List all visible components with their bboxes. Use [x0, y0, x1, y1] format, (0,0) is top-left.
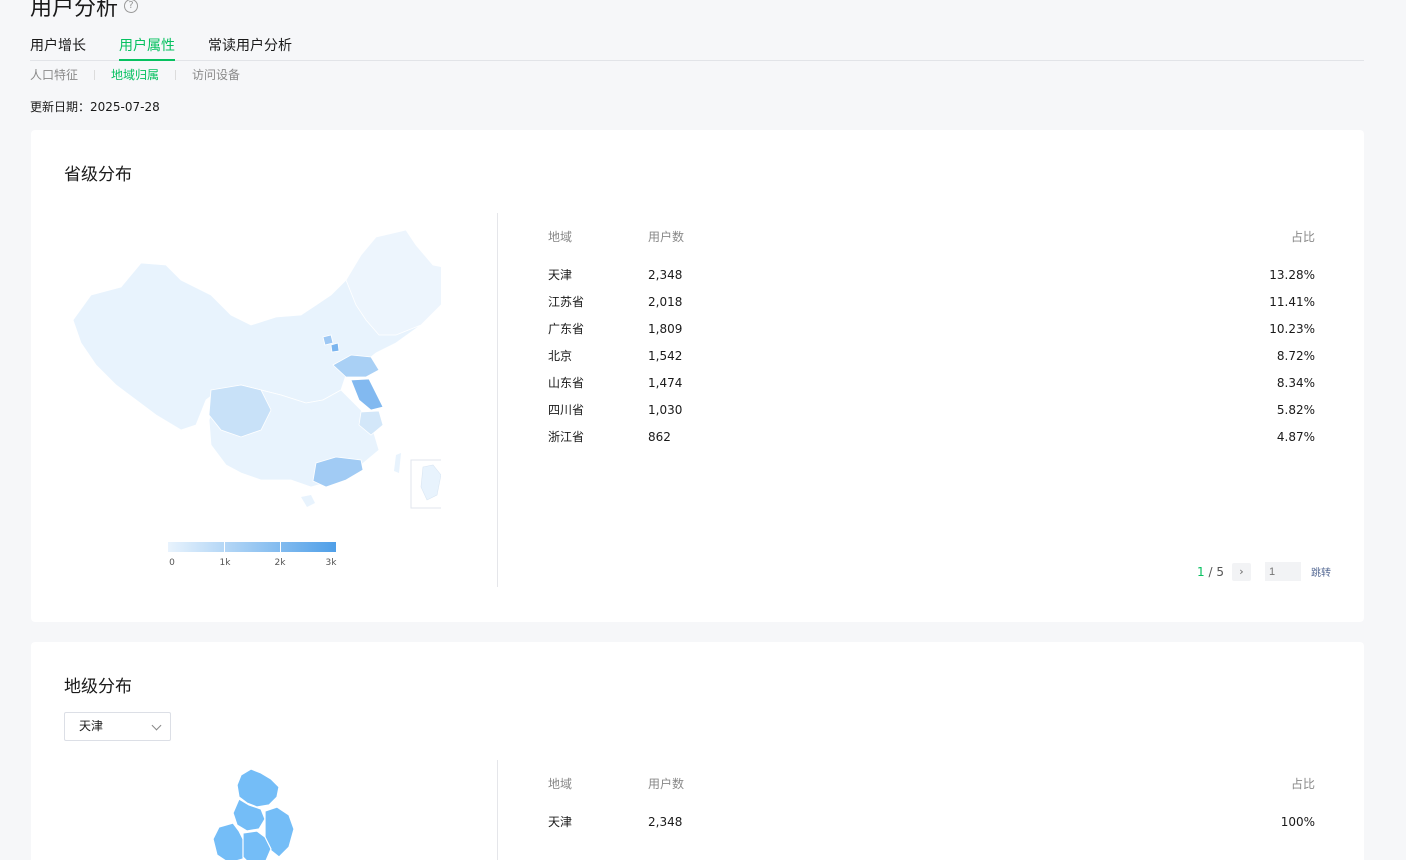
subtab-devices[interactable]: 访问设备 [192, 66, 240, 83]
cell-ratio: 11.41% [1269, 294, 1315, 309]
cell-users: 2,018 [648, 294, 683, 309]
cell-region: 四川省 [548, 403, 585, 417]
cell-ratio: 5.82% [1276, 402, 1315, 417]
table-row: 天津 2,348 13.28% [548, 261, 1315, 288]
legend-label: 2k [274, 558, 286, 568]
update-date-value: 2025-07-28 [90, 100, 160, 114]
cell-users: 1,030 [648, 402, 683, 417]
card-divider [497, 213, 498, 587]
cell-users: 1,474 [648, 375, 683, 390]
update-date-label: 更新日期： [30, 100, 91, 114]
province-title: 省级分布 [64, 165, 132, 185]
sub-tabs: 人口特征 地域归属 访问设备 [30, 66, 240, 83]
cell-users: 1,809 [648, 321, 683, 336]
map-district [212, 822, 246, 860]
col-region: 地域 [548, 777, 573, 791]
china-map[interactable] [61, 225, 441, 525]
pagination: 1 / 5 › 跳转 [1197, 562, 1331, 581]
map-legend: 0 1k 2k 3k [168, 542, 338, 572]
table-row: 天津 2,348 100% [548, 808, 1315, 835]
legend-label: 0 [169, 558, 175, 568]
city-card: 地级分布 天津 地域 用户数 占比 天津 2,348 100% [31, 642, 1364, 860]
legend-label: 1k [219, 558, 231, 568]
main-tabs: 用户增长 用户属性 常读用户分析 [30, 36, 1364, 61]
subtab-region[interactable]: 地域归属 [111, 66, 159, 83]
cell-region: 北京 [548, 349, 573, 363]
subtab-divider [175, 69, 177, 80]
province-select-value: 天津 [79, 719, 104, 733]
col-region: 地域 [548, 230, 573, 244]
cell-ratio: 8.34% [1276, 375, 1315, 390]
cell-region: 山东省 [548, 376, 585, 390]
cell-ratio: 100% [1280, 814, 1315, 829]
help-icon[interactable]: ? [124, 0, 139, 13]
city-title: 地级分布 [64, 677, 132, 697]
cell-users: 862 [648, 429, 671, 444]
legend-tick [224, 542, 225, 552]
province-table: 地域 用户数 占比 天津 2,348 13.28% 江苏省 2,018 11.4… [548, 228, 1315, 450]
col-users: 用户数 [648, 777, 685, 791]
pager-total: / 5 [1208, 564, 1224, 579]
cell-region: 天津 [548, 268, 573, 282]
tab-user-attributes[interactable]: 用户属性 [119, 36, 175, 61]
table-row: 北京 1,542 8.72% [548, 342, 1315, 369]
table-row: 四川省 1,030 5.82% [548, 396, 1315, 423]
province-select[interactable]: 天津 [64, 712, 171, 741]
pager-current: 1 [1197, 564, 1205, 579]
cell-users: 1,542 [648, 348, 683, 363]
col-ratio: 占比 [1290, 777, 1315, 791]
legend-label: 3k [325, 558, 337, 568]
cell-region: 浙江省 [548, 430, 585, 444]
legend-tick [280, 542, 281, 552]
cell-users: 2,348 [648, 267, 683, 282]
cell-ratio: 8.72% [1276, 348, 1315, 363]
col-users: 用户数 [648, 230, 685, 244]
cell-region: 江苏省 [548, 295, 585, 309]
table-row: 广东省 1,809 10.23% [548, 315, 1315, 342]
map-beijing [322, 334, 334, 346]
tab-user-growth[interactable]: 用户增长 [30, 36, 86, 61]
map-tianjin [330, 342, 340, 353]
cell-ratio: 4.87% [1276, 429, 1315, 444]
table-row: 江苏省 2,018 11.41% [548, 288, 1315, 315]
page-jump-input[interactable] [1264, 562, 1301, 581]
update-date: 更新日期：2025-07-28 [30, 98, 160, 115]
chevron-down-icon [151, 720, 162, 731]
cell-users: 2,348 [648, 814, 683, 829]
card-divider [497, 760, 498, 860]
page-title: 用户分析 ? [30, 0, 139, 22]
legend-gradient-bar [168, 542, 336, 552]
cell-region: 天津 [548, 815, 573, 829]
province-card: 省级分布 0 1k 2k 3k 地域 用户数 占比 天津 2,348 13.28… [31, 130, 1364, 622]
col-ratio: 占比 [1290, 230, 1315, 244]
cell-ratio: 13.28% [1269, 267, 1315, 282]
table-row: 浙江省 862 4.87% [548, 423, 1315, 450]
city-table: 地域 用户数 占比 天津 2,348 100% [548, 775, 1315, 835]
subtab-divider [94, 69, 96, 80]
cell-region: 广东省 [548, 322, 585, 336]
tab-frequent-readers[interactable]: 常读用户分析 [208, 36, 292, 61]
subtab-demographics[interactable]: 人口特征 [30, 66, 78, 83]
chevron-right-icon[interactable]: › [1231, 562, 1251, 581]
page-title-text: 用户分析 [30, 0, 119, 21]
map-guangdong [312, 456, 364, 488]
table-row: 山东省 1,474 8.34% [548, 369, 1315, 396]
tianjin-map[interactable] [199, 767, 299, 860]
cell-ratio: 10.23% [1269, 321, 1315, 336]
jump-button[interactable]: 跳转 [1311, 564, 1331, 579]
